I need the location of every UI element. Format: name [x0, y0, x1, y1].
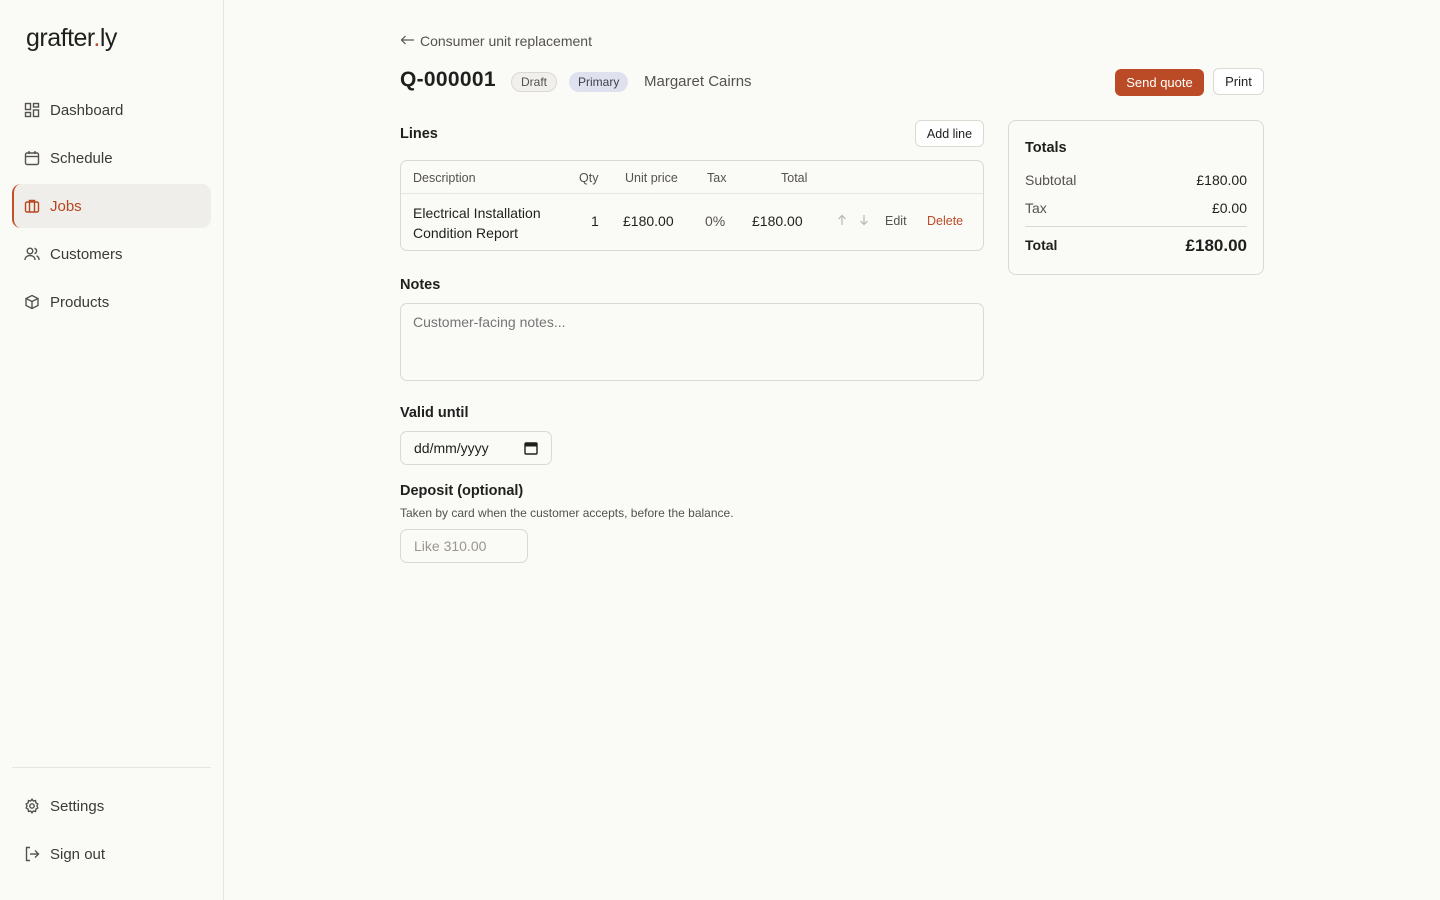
total-value: £180.00	[1185, 236, 1247, 255]
edit-line-button[interactable]: Edit	[885, 214, 907, 228]
header-divider	[401, 193, 983, 194]
sidebar-item-dashboard[interactable]: Dashboard	[12, 88, 211, 132]
box-icon	[24, 294, 40, 310]
primary-badge: Primary	[569, 72, 629, 92]
deposit-input[interactable]: Like 310.00	[400, 529, 528, 563]
dashboard-icon	[24, 102, 40, 118]
line-total: £180.00	[752, 213, 803, 229]
page-title: Q-000001	[400, 68, 496, 91]
arrow-down-icon[interactable]	[859, 214, 869, 229]
line-tax: 0%	[705, 213, 726, 229]
sidebar-item-schedule[interactable]: Schedule	[12, 136, 211, 180]
users-icon	[24, 246, 40, 262]
line-unit-price: £180.00	[623, 213, 674, 229]
totals-divider	[1025, 226, 1247, 227]
calendar-icon[interactable]	[524, 441, 538, 458]
briefcase-icon	[24, 198, 40, 214]
sidebar-item-products[interactable]: Products	[12, 280, 211, 324]
valid-until-heading: Valid until	[400, 405, 469, 421]
sidebar-item-settings[interactable]: Settings	[12, 784, 211, 828]
deposit-hint: Taken by card when the customer accepts,…	[400, 506, 734, 520]
subtotal-value: £180.00	[1196, 172, 1247, 188]
tax-value: £0.00	[1211, 200, 1247, 216]
print-button[interactable]: Print	[1213, 68, 1264, 95]
gear-icon	[24, 798, 40, 814]
deposit-heading: Deposit (optional)	[400, 483, 524, 499]
notes-heading: Notes	[400, 277, 441, 293]
line-qty: 1	[591, 213, 599, 229]
sidebar-item-jobs[interactable]: Jobs	[12, 184, 211, 228]
back-link[interactable]: Consumer unit replacement	[400, 33, 592, 49]
sidebar-item-label: Dashboard	[50, 101, 124, 119]
valid-until-date-input[interactable]: dd/mm/yyyy	[400, 431, 552, 465]
totals-card: Totals Subtotal £180.00 Tax £0.00 Total …	[1008, 120, 1264, 275]
total-label: Total	[1025, 237, 1058, 253]
column-header-total: Total	[781, 171, 808, 185]
lines-heading: Lines	[400, 126, 438, 142]
calendar-icon	[24, 150, 40, 166]
send-quote-button[interactable]: Send quote	[1115, 69, 1204, 96]
sidebar-item-customers[interactable]: Customers	[12, 232, 211, 276]
sidebar: grafter.ly Dashboard Schedule Jobs Custo…	[0, 0, 224, 900]
totals-heading: Totals	[1025, 140, 1067, 156]
column-header-unit-price: Unit price	[625, 171, 678, 185]
add-line-button[interactable]: Add line	[915, 120, 984, 147]
column-header-tax: Tax	[707, 171, 727, 185]
sidebar-item-sign-out[interactable]: Sign out	[12, 832, 211, 876]
tax-label: Tax	[1025, 200, 1047, 216]
back-link-label: Consumer unit replacement	[420, 33, 592, 49]
status-badge: Draft	[511, 72, 558, 92]
notes-textarea[interactable]	[400, 303, 984, 381]
column-header-qty: Qty	[579, 171, 599, 185]
sidebar-item-label: Jobs	[50, 197, 82, 215]
sidebar-divider	[12, 767, 211, 768]
sidebar-item-label: Customers	[50, 245, 123, 263]
logo[interactable]: grafter.ly	[26, 24, 117, 53]
sidebar-item-label: Settings	[50, 797, 105, 815]
sign-out-icon	[24, 846, 40, 862]
delete-line-button[interactable]: Delete	[927, 214, 963, 228]
subtotal-label: Subtotal	[1025, 172, 1077, 188]
sidebar-item-label: Sign out	[50, 845, 106, 863]
sidebar-item-label: Products	[50, 293, 110, 311]
sidebar-item-label: Schedule	[50, 149, 113, 167]
arrow-up-icon[interactable]	[837, 214, 847, 229]
line-description: Electrical Installation Condition Report	[413, 205, 541, 241]
customer-name: Margaret Cairns	[644, 73, 752, 90]
column-header-description: Description	[413, 171, 476, 185]
arrow-left-icon	[400, 33, 416, 49]
date-placeholder: dd/mm/yyyy	[414, 440, 489, 456]
lines-table: Description Qty Unit price Tax Total Ele…	[400, 160, 984, 251]
